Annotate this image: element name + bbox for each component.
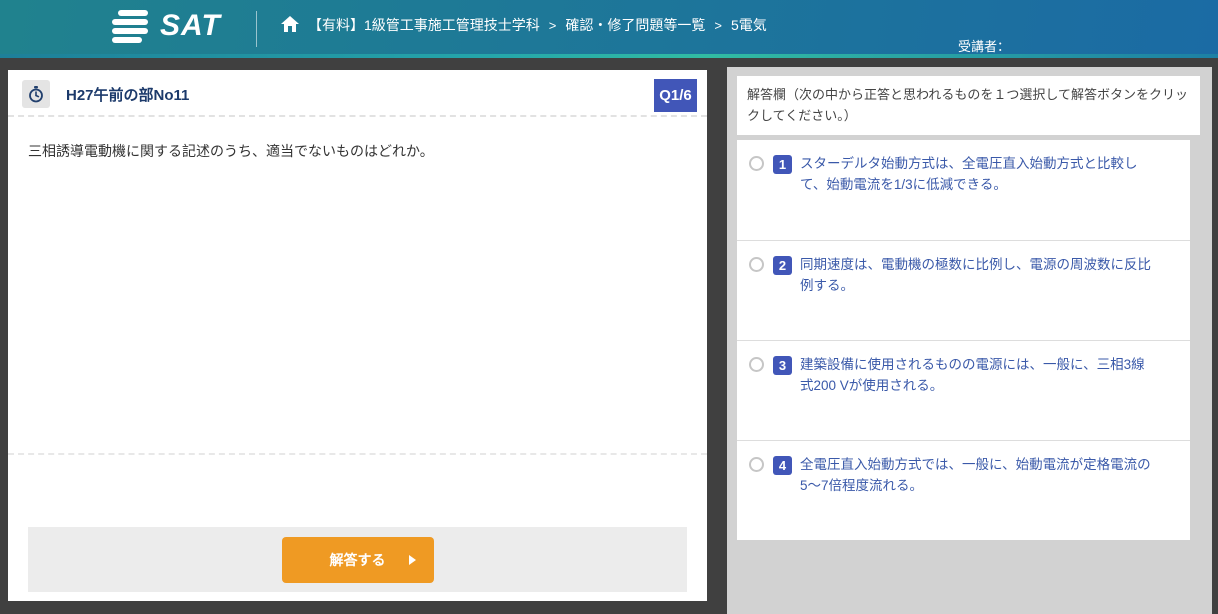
timer-icon-box [22, 80, 50, 108]
option-number-badge: 2 [773, 256, 792, 275]
option-number-badge: 1 [773, 155, 792, 174]
radio-button-4[interactable] [749, 457, 764, 472]
submit-answer-label: 解答する [329, 551, 386, 568]
question-card-header: H27午前の部No11 Q1/6 [8, 70, 707, 117]
radio-button-3[interactable] [749, 357, 764, 372]
option-number-badge: 3 [773, 356, 792, 375]
breadcrumb-separator: > [548, 17, 557, 33]
question-divider [8, 453, 707, 455]
sat-logo-text: SAT [160, 9, 221, 42]
option-text: 全電圧直入始動方式では、一般に、始動電流が定格電流の5〜7倍程度流れる。 [800, 457, 1151, 493]
answer-options-list: 1 スターデルタ始動方式は、全電圧直入始動方式と比較して、始動電流を1/3に低減… [737, 140, 1190, 540]
breadcrumb-problem-list[interactable]: 確認・修了問題等一覧 [565, 15, 705, 35]
radio-button-2[interactable] [749, 257, 764, 272]
breadcrumb-current-section: 5電気 [730, 17, 767, 33]
header-divider [256, 11, 257, 47]
question-progress-badge: Q1/6 [654, 79, 697, 112]
student-label: 受講者： [958, 39, 1011, 54]
answer-option-2[interactable]: 2 同期速度は、電動機の極数に比例し、電源の周波数に反比例する。 [737, 240, 1190, 340]
answer-panel: 解答欄（次の中から正答と思われるものを１つ選択して解答ボタンをクリックしてくださ… [727, 67, 1212, 614]
answer-option-3[interactable]: 3 建築設備に使用されるものの電源には、一般に、三相3線式200 Vが使用される… [737, 340, 1190, 440]
question-title: H27午前の部No11 [66, 87, 190, 104]
arrow-right-icon [408, 554, 416, 565]
submit-answer-button[interactable]: 解答する [281, 536, 434, 583]
home-icon[interactable] [281, 16, 299, 32]
answer-option-1[interactable]: 1 スターデルタ始動方式は、全電圧直入始動方式と比較して、始動電流を1/3に低減… [737, 140, 1190, 240]
question-text: 三相誘導電動機に関する記述のうち、適当でないものはどれか。 [28, 143, 434, 159]
question-footer: 解答する [28, 527, 687, 592]
option-text: スターデルタ始動方式は、全電圧直入始動方式と比較して、始動電流を1/3に低減でき… [800, 156, 1138, 192]
answer-instruction: 解答欄（次の中から正答と思われるものを１つ選択して解答ボタンをクリックしてくださ… [737, 76, 1200, 135]
radio-button-1[interactable] [749, 156, 764, 171]
breadcrumb-course[interactable]: 【有料】1級管工事施工管理技士学科 [308, 15, 540, 35]
app-header: SAT 【有料】1級管工事施工管理技士学科 > 確認・修了問題等一覧 > 5電気… [0, 0, 1218, 58]
option-text: 建築設備に使用されるものの電源には、一般に、三相3線式200 Vが使用される。 [800, 357, 1145, 393]
sat-logo-icon [112, 9, 148, 43]
breadcrumb: 【有料】1級管工事施工管理技士学科 > 確認・修了問題等一覧 > 5電気 [308, 15, 767, 35]
breadcrumb-separator: > [714, 17, 722, 33]
stopwatch-icon [29, 85, 43, 102]
option-number-badge: 4 [773, 456, 792, 475]
page: SAT 【有料】1級管工事施工管理技士学科 > 確認・修了問題等一覧 > 5電気… [0, 0, 1218, 614]
answer-option-4[interactable]: 4 全電圧直入始動方式では、一般に、始動電流が定格電流の5〜7倍程度流れる。 [737, 440, 1190, 540]
question-card: H27午前の部No11 Q1/6 三相誘導電動機に関する記述のうち、適当でないも… [8, 70, 707, 601]
sat-logo[interactable]: SAT [112, 9, 221, 43]
option-text: 同期速度は、電動機の極数に比例し、電源の周波数に反比例する。 [800, 257, 1151, 293]
